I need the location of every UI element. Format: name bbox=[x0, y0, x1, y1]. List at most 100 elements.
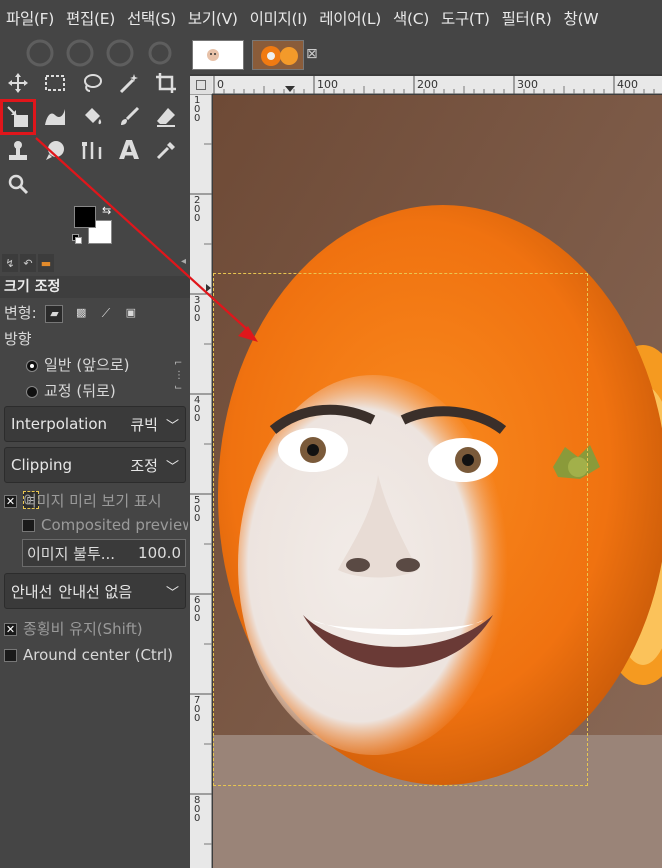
clone-tool-icon[interactable] bbox=[3, 136, 33, 166]
interpolation-combo[interactable]: Interpolation 큐빅 ﹀ bbox=[4, 406, 186, 442]
fg-bg-colors[interactable]: ⇆ bbox=[72, 204, 116, 244]
composited-preview-checkbox[interactable]: Composited preview bbox=[22, 516, 188, 534]
radio-indicator[interactable] bbox=[26, 385, 38, 398]
scale-bounding-box[interactable] bbox=[213, 273, 588, 786]
scale-tool-icon[interactable] bbox=[0, 99, 36, 135]
chevron-down-icon: ﹀ bbox=[165, 418, 179, 434]
image-opacity-value[interactable]: 100.0 bbox=[138, 544, 181, 562]
ruler-label-400: 400 bbox=[617, 78, 638, 91]
menu-item-7[interactable]: 도구(T) bbox=[441, 7, 490, 29]
guides-value: 안내선 없음 bbox=[58, 582, 133, 601]
transform-label: 변형: bbox=[4, 304, 37, 322]
menu-item-5[interactable]: 레이어(L) bbox=[319, 7, 381, 29]
transform-selection-icon[interactable]: ▩ bbox=[72, 305, 90, 323]
paths-tool-icon[interactable] bbox=[77, 136, 107, 166]
toolbox: A ⇆ ⊟ ↯ ↶ ▬ ◂ 크기 조정 변형: ▰ ▩ ⟋ ▣ 방향 일반 (앞… bbox=[0, 36, 190, 868]
ruler-label-0: 0 bbox=[217, 78, 224, 91]
chevron-down-icon: ﹀ bbox=[165, 585, 179, 601]
ruler-corner[interactable] bbox=[190, 76, 212, 94]
around-center-label: Around center (Ctrl) bbox=[23, 646, 173, 664]
transform-layer-icon[interactable]: ▰ bbox=[45, 304, 64, 323]
swap-colors-icon[interactable]: ⇆ bbox=[102, 204, 111, 217]
ruler-label-v600: 600 bbox=[194, 595, 201, 624]
ruler-label-300: 300 bbox=[517, 78, 538, 91]
move-tool-icon[interactable] bbox=[3, 68, 33, 98]
ruler-label-v800: 800 bbox=[194, 795, 201, 824]
image-window: ⊠ 0 100 200 300 400 1 0 0 2 0 0 3 0 0 4 … bbox=[190, 36, 662, 868]
menu-item-9[interactable]: 창(W bbox=[563, 7, 598, 29]
menu-item-0[interactable]: 파일(F) bbox=[6, 7, 54, 29]
dock-tabs: ⊟ ↯ ↶ ▬ ◂ bbox=[0, 254, 190, 509]
direction-corrective-label: 교정 (뒤로) bbox=[44, 382, 116, 400]
lasso-tool-icon[interactable] bbox=[77, 68, 107, 98]
show-preview-checkbox[interactable]: ✕ 이미지 미리 보기 표시 bbox=[4, 490, 190, 511]
show-preview-label: 이미지 미리 보기 표시 bbox=[23, 492, 162, 510]
image-opacity-spinner[interactable]: 이미지 불투... 100.0 bbox=[22, 539, 186, 567]
menu-item-8[interactable]: 필터(R) bbox=[502, 7, 552, 29]
dock-menu-icon[interactable]: ◂ bbox=[181, 256, 186, 267]
vertical-ruler[interactable]: 100 200 300 400 500 600 700 800 bbox=[190, 94, 212, 868]
checkbox-indicator[interactable]: ✕ bbox=[4, 495, 17, 508]
guides-label: 안내선 bbox=[11, 582, 53, 601]
eraser-tool-icon[interactable] bbox=[151, 102, 181, 132]
default-colors-icon[interactable] bbox=[72, 234, 82, 244]
ruler-label-v500: 500 bbox=[194, 495, 201, 524]
direction-label: 방향 bbox=[4, 330, 32, 348]
clipping-combo[interactable]: Clipping 조정 ﹀ bbox=[4, 447, 186, 483]
close-tab-icon[interactable]: ⊠ bbox=[306, 46, 318, 62]
image-tab-thumbnail-1[interactable] bbox=[192, 40, 244, 70]
crop-tool-icon[interactable] bbox=[151, 68, 181, 98]
interpolation-label: Interpolation bbox=[11, 415, 107, 433]
menu-item-2[interactable]: 선택(S) bbox=[127, 7, 176, 29]
ruler-label-v100: 100 bbox=[194, 95, 201, 124]
image-opacity-label: 이미지 불투... bbox=[27, 544, 116, 563]
zoom-tool-icon[interactable] bbox=[3, 169, 33, 199]
ruler-label-v200: 200 bbox=[194, 195, 201, 224]
menu-item-1[interactable]: 편집(E) bbox=[66, 7, 115, 29]
around-center-checkbox[interactable]: Around center (Ctrl) bbox=[4, 646, 173, 664]
menu-item-4[interactable]: 이미지(I) bbox=[250, 7, 308, 29]
keep-aspect-checkbox[interactable]: ✕ 종횡비 유지(Shift) bbox=[4, 618, 143, 639]
warp-tool-icon[interactable] bbox=[40, 102, 70, 132]
foreground-color-swatch[interactable] bbox=[74, 206, 96, 228]
tool-options-panel: 크기 조정 변형: ▰ ▩ ⟋ ▣ 방향 일반 (앞으로) 교정 (뒤로) ⌐ ⋮… bbox=[0, 276, 190, 664]
checkbox-indicator[interactable]: ✕ bbox=[4, 623, 17, 636]
tab-undo-history[interactable]: ↶ bbox=[20, 254, 36, 272]
color-picker-tool-icon[interactable] bbox=[151, 136, 181, 166]
guides-combo[interactable]: 안내선 안내선 없음 ﹀ bbox=[4, 573, 186, 609]
transform-image-icon[interactable]: ▣ bbox=[122, 305, 140, 323]
menu-item-3[interactable]: 보기(V) bbox=[188, 7, 238, 29]
ruler-label-v700: 700 bbox=[194, 695, 201, 724]
horizontal-ruler[interactable]: 0 100 200 300 400 bbox=[212, 76, 662, 94]
smudge-tool-icon[interactable] bbox=[40, 136, 70, 166]
wilber-decoration bbox=[26, 39, 172, 67]
checkbox-indicator[interactable] bbox=[4, 649, 17, 662]
ruler-label-v300: 300 bbox=[194, 295, 201, 324]
radio-indicator[interactable] bbox=[26, 359, 38, 372]
menu-item-6[interactable]: 색(C) bbox=[393, 7, 429, 29]
text-tool-icon[interactable]: A bbox=[114, 136, 144, 166]
bucket-fill-tool-icon[interactable] bbox=[77, 102, 107, 132]
chain-icon[interactable]: ⌐ ⋮ ⌙ bbox=[174, 358, 184, 394]
chevron-down-icon: ﹀ bbox=[165, 459, 179, 475]
paintbrush-tool-icon[interactable] bbox=[114, 102, 144, 132]
clipping-label: Clipping bbox=[11, 456, 73, 474]
tab-images[interactable]: ▬ bbox=[38, 254, 54, 272]
transform-path-icon[interactable]: ⟋ bbox=[97, 305, 115, 323]
rect-select-tool-icon[interactable] bbox=[40, 68, 70, 98]
ruler-label-200: 200 bbox=[417, 78, 438, 91]
clipping-value: 조정 bbox=[130, 456, 158, 475]
image-tab-thumbnail-2[interactable] bbox=[252, 40, 304, 70]
image-tabs: ⊠ bbox=[190, 36, 662, 74]
transform-row: 변형: ▰ ▩ ⟋ ▣ bbox=[4, 302, 140, 323]
tab-device-status[interactable]: ↯ bbox=[2, 254, 18, 272]
direction-corrective-radio[interactable]: 교정 (뒤로) bbox=[26, 380, 116, 401]
keep-aspect-label: 종횡비 유지(Shift) bbox=[23, 620, 143, 638]
checkbox-indicator[interactable] bbox=[22, 519, 35, 532]
menu-bar: 파일(F) 편집(E) 선택(S) 보기(V) 이미지(I) 레이어(L) 색(C) 도구(T… bbox=[0, 0, 662, 36]
direction-normal-radio[interactable]: 일반 (앞으로) bbox=[26, 354, 129, 375]
ruler-label-v400: 400 bbox=[194, 395, 201, 424]
tool-options-title: 크기 조정 bbox=[0, 276, 190, 298]
fuzzy-select-tool-icon[interactable] bbox=[114, 68, 144, 98]
direction-normal-label: 일반 (앞으로) bbox=[44, 356, 130, 374]
